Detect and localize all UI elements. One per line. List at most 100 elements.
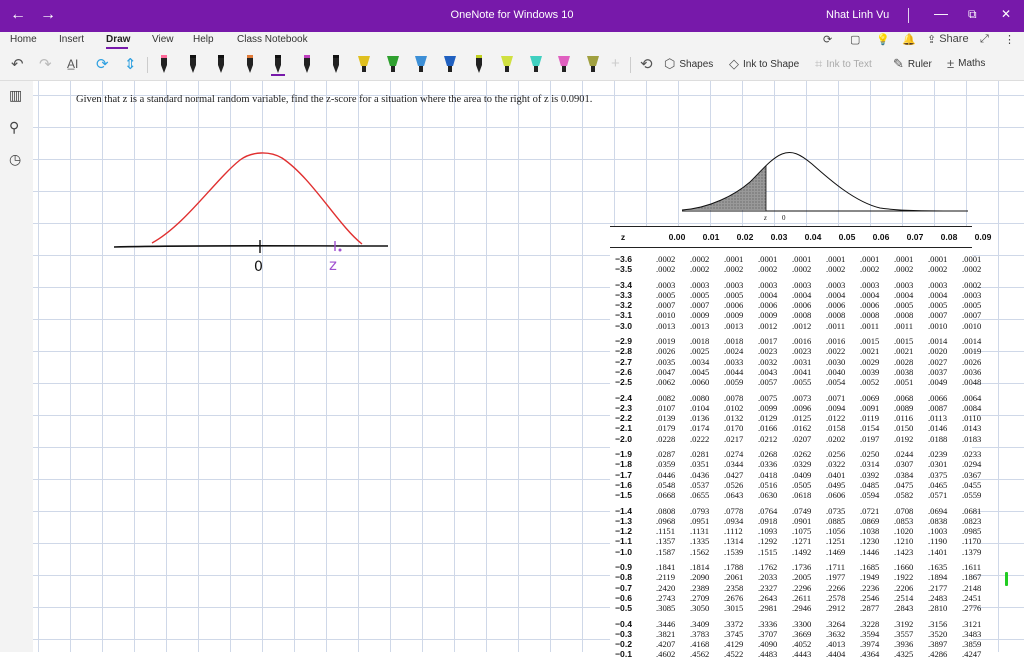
z-table-cell: .3336 [758,618,778,629]
z-table-cell: .0002 [724,264,744,275]
z-table-cell: .0001 [724,254,744,264]
z-table-cell: .0001 [928,254,948,264]
z-row-label: −0.3 [615,628,632,639]
z-table-row: −1.3 .0968 .0951 .0934 .0918 .0901 .0885 .0869.… [610,516,981,526]
z-table-row: −3.5 .0002 .0002 .0002 .0002 .0002 .0002 .0002.… [610,264,981,275]
z-table-cell: .0082 [656,392,676,403]
z-table-cell: .4247 [962,649,982,660]
z-row-label: −2.6 [615,366,632,377]
z-table-cell: .0060 [690,377,710,388]
z-table-row: −0.1 .4602 .4562 .4522 .4483 .4443 .4404 .4364.… [610,649,981,660]
z-table-cell: .1056 [826,526,846,537]
ink-zero-label: 0 [254,259,263,275]
z-table-cell: .0681 [962,505,982,516]
z-table-cell: .0025 [690,346,710,357]
z-table-cell: .0005 [928,300,948,311]
z-table-cell: .0018 [690,336,710,347]
z-table-cell: .1922 [894,572,914,583]
z-table-cell: .3192 [894,618,914,629]
z-table-cell: .0011 [826,320,846,331]
z-table-row-group: −1.9 .0287 .0281 .0274 .0268 .0262 .0256 .0250.… [610,449,981,501]
z-table-cell: .1003 [928,526,948,537]
z-table-cell: .2061 [724,572,744,583]
z-table-cell: .0516 [758,479,778,490]
z-table-cell: .1151 [656,526,676,537]
z-table-cell: .4522 [724,649,744,660]
z-table-row: −0.2 .4207 .4168 .4129 .4090 .4052 .4013 .3974.… [610,639,981,650]
z-table-cell: .0014 [928,336,948,347]
z-table-cell: .0031 [792,356,812,367]
z-table-cell: .3085 [656,603,676,614]
z-table-cell: .0014 [962,336,982,347]
z-table-cell: .0132 [724,413,744,424]
z-table-cell: .1660 [894,562,914,573]
z-table-cell: .2546 [860,592,880,603]
z-table-cell: .0001 [792,254,812,264]
z-table-row: −3.3 .0005 .0005 .0005 .0004 .0004 .0004 .0004.… [610,290,981,300]
z-table-row: −0.3 .3821 .3783 .3745 .3707 .3669 .3632 .3594.… [610,628,981,639]
z-table-cell: .3300 [792,618,812,629]
z-row-label: −1.9 [615,449,632,460]
z-table-row: −1.1 .1357 .1335 .1314 .1292 .1271 .1251 .1230.… [610,536,981,547]
z-table-row: −2.1 .0179 .0174 .0170 .0166 .0162 .0158 .0154.… [610,423,981,433]
z-table-cell: .4129 [724,639,744,650]
z-table-cell: .0559 [962,490,982,501]
z-table-cell: .2420 [656,582,676,593]
z-table-cell: .1423 [894,546,914,557]
z-table-cell: .0007 [656,300,676,311]
z-table-cell: .0217 [724,433,744,444]
z-table-cell: .0294 [962,459,982,470]
z-table-cell: .0071 [826,392,846,403]
z-table-cell: .0003 [690,279,710,290]
z-column-header-0.03: 0.03 [770,232,788,242]
z-table-cell: .0010 [656,310,676,321]
z-table-row: −2.6 .0047 .0045 .0044 .0043 .0041 .0040 .0039.… [610,366,981,377]
z-row-label: −1.1 [615,536,632,547]
z-table-cell: .0183 [962,433,982,444]
z-table-cell: .0049 [928,377,948,388]
z-table-cell: .0020 [928,346,948,357]
z-row-label: −3.5 [615,264,632,275]
z-table-cell: .0015 [860,336,880,347]
z-table-cell: .0002 [690,264,710,275]
z-table-cell: .1251 [826,536,846,547]
z-table-cell: .0003 [758,279,778,290]
z-row-label: −0.6 [615,592,632,603]
z-table-cell: .0026 [962,356,982,367]
z-table-cell: .1335 [690,536,710,547]
z-table-cell: .0027 [928,356,948,367]
z-table-cell: .1170 [962,536,982,547]
z-table-cell: .4168 [690,639,710,650]
z-table-cell: .0017 [758,336,778,347]
z-table-cell: .1949 [860,572,880,583]
z-table-cell: .0418 [758,469,778,480]
z-table-cell: .2810 [928,603,948,614]
z-row-label: −2.3 [615,402,632,413]
z-table-cell: .0136 [690,413,710,424]
standard-normal-diagram: z 0 [681,151,969,222]
z-column-header-0.01: 0.01 [702,232,720,242]
ink-z-dot [338,248,342,252]
z-row-label: −2.5 [615,377,632,388]
z-table-cell: .3557 [894,628,914,639]
z-table-cell: .3936 [894,639,914,650]
z-column-header-0.02: 0.02 [736,232,754,242]
z-table-cell: .4404 [826,649,846,660]
z-table-cell: .0087 [928,402,948,413]
z-table-cell: .0015 [894,336,914,347]
z-table-row: −3.6 .0002 .0002 .0001 .0001 .0001 .0001 .0001.… [610,254,981,264]
z-table-cell: .0009 [758,310,778,321]
z-table-cell: .1685 [860,562,880,573]
z-table-cell: .0668 [656,490,676,501]
z-table-cell: .2236 [860,582,880,593]
z-table-cell: .0011 [860,320,880,331]
z-row-label: −0.8 [615,572,632,583]
z-table-cell: .0001 [860,254,880,264]
z-table-cell: .0643 [724,490,744,501]
z-table-cell: .3897 [928,639,948,650]
z-table-cell: .0057 [758,377,778,388]
z-table-cell: .0019 [962,346,982,357]
z-table-cell: .1894 [928,572,948,583]
z-table-cell: .0089 [894,402,914,413]
z-table-cell: .0002 [860,264,880,275]
